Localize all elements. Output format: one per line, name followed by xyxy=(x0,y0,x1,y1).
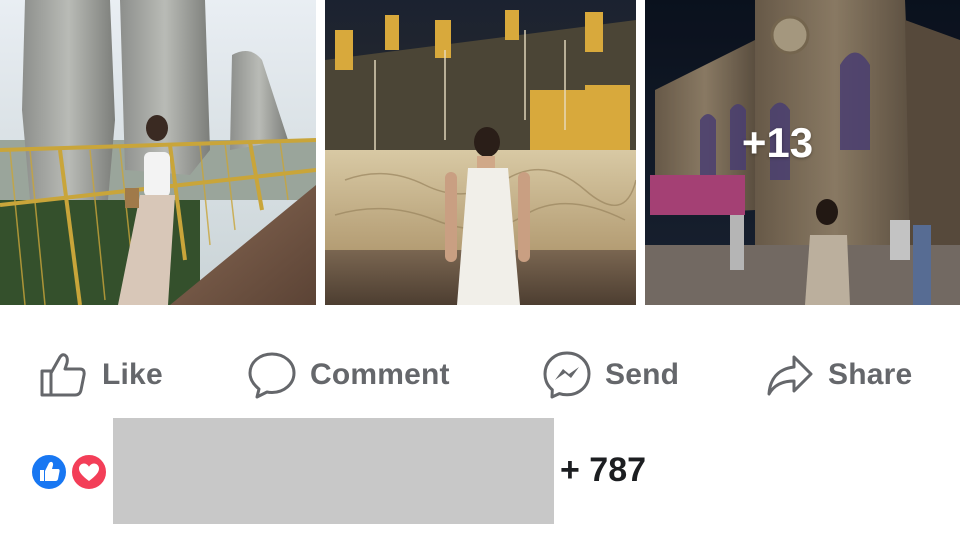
photo-grid: +13 xyxy=(0,0,960,305)
photo-1[interactable] xyxy=(0,0,316,305)
more-photos-overlay[interactable]: +13 xyxy=(645,0,960,305)
like-label: Like xyxy=(102,358,163,391)
comment-label: Comment xyxy=(310,358,450,391)
love-reaction-icon xyxy=(70,453,108,491)
comment-bubble-icon xyxy=(248,352,296,399)
photo-1-image xyxy=(0,0,316,305)
messenger-icon xyxy=(543,351,591,399)
share-button[interactable]: Share xyxy=(764,345,912,405)
like-reaction-icon xyxy=(30,453,68,491)
share-label: Share xyxy=(828,358,913,391)
thumbs-up-icon xyxy=(40,353,86,397)
send-label: Send xyxy=(605,358,680,391)
photo-3[interactable]: +13 xyxy=(645,0,960,305)
post-action-bar: Like Comment Send Share xyxy=(0,345,960,405)
reaction-count: + 787 xyxy=(560,451,647,489)
comment-button[interactable]: Comment xyxy=(246,345,450,405)
send-button[interactable]: Send xyxy=(541,345,679,405)
share-arrow-icon xyxy=(767,355,813,396)
like-button[interactable]: Like xyxy=(38,345,163,405)
photo-2[interactable] xyxy=(325,0,636,305)
reactions-summary[interactable]: + 787 xyxy=(0,418,960,528)
photo-2-image xyxy=(325,0,636,305)
redacted-names-block xyxy=(113,418,554,524)
more-photos-count: +13 xyxy=(741,118,814,166)
